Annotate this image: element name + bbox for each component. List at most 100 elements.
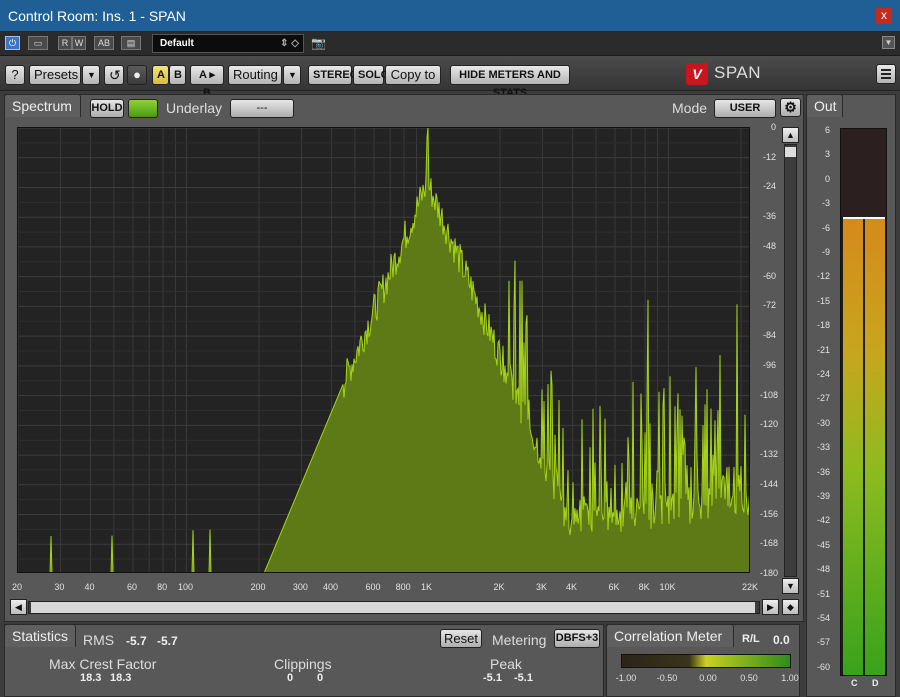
db-tick-label: -36 <box>762 211 776 222</box>
rms-right: -5.7 <box>157 634 178 648</box>
hide-meters-button[interactable]: HIDE METERS AND STATS <box>450 65 570 99</box>
peak-right: -5.1 <box>514 672 533 684</box>
output-tick-label: -54 <box>816 613 830 623</box>
spectrum-graph[interactable] <box>17 127 750 573</box>
output-tick-label: -12 <box>816 271 830 282</box>
editor-button[interactable]: ▤ <box>121 36 141 50</box>
horizontal-scroll-track[interactable] <box>28 601 760 614</box>
presets-dropdown-icon[interactable]: ▼ <box>82 65 100 85</box>
frequency-tick-label: 22K <box>741 582 758 592</box>
routing-button[interactable]: Routing <box>228 65 282 85</box>
frequency-tick-label: 3K <box>535 582 547 592</box>
reset-button[interactable]: Reset <box>440 629 482 648</box>
frequency-tick-label: 200 <box>250 582 266 592</box>
undo-icon[interactable]: ↺ <box>104 65 124 85</box>
window-title: Control Room: Ins. 1 - SPAN <box>8 7 186 24</box>
presets-button[interactable]: Presets <box>29 65 81 85</box>
up-down-icon: ⇕ ◇ <box>280 38 299 49</box>
preset-selector[interactable]: Default ⇕ ◇ <box>152 34 304 53</box>
scroll-left-button[interactable]: ◀ <box>10 599 27 615</box>
a-to-b-button[interactable]: A ▸ B <box>190 65 224 99</box>
db-tick-label: -72 <box>762 300 776 311</box>
vertical-scroll-thumb[interactable] <box>785 147 796 157</box>
write-button[interactable]: W <box>72 36 86 50</box>
horizontal-scroll-thumb[interactable] <box>31 602 755 613</box>
crest-label: Max Crest Factor <box>49 656 157 672</box>
vertical-scroll-track[interactable] <box>784 144 797 577</box>
out-channel-d: D <box>872 678 879 688</box>
frequency-tick-label: 8K <box>638 582 650 592</box>
bypass-button[interactable]: ▭ <box>28 36 48 50</box>
out-tab[interactable]: Out <box>806 94 843 117</box>
peak-left: -5.1 <box>483 672 502 684</box>
db-tick-label: -12 <box>762 151 776 162</box>
frequency-tick-label: 100 <box>177 582 193 592</box>
routing-dropdown-icon[interactable]: ▼ <box>283 65 301 85</box>
db-tick-label: -180 <box>760 568 779 578</box>
output-tick-label: -27 <box>816 393 830 404</box>
db-tick-label: -144 <box>760 478 779 489</box>
hold-toggle[interactable] <box>128 99 158 118</box>
rms-label: RMS <box>83 632 115 648</box>
close-button[interactable]: x <box>876 8 892 24</box>
clippings-right: 0 <box>317 672 324 684</box>
mode-select[interactable]: USER <box>714 99 776 118</box>
mode-label: Mode <box>672 100 708 116</box>
db-tick-label: -120 <box>760 419 779 430</box>
rms-left: -5.7 <box>126 634 147 648</box>
redo-icon[interactable]: ● <box>127 65 147 85</box>
correlation-tab[interactable]: Correlation Meter <box>606 624 734 647</box>
statistics-tab[interactable]: Statistics <box>4 624 76 647</box>
preset-a-button[interactable]: A <box>152 65 169 85</box>
output-tick-label: -48 <box>816 564 830 575</box>
read-button[interactable]: R <box>58 36 72 50</box>
correlation-tick-label: 0.00 <box>699 673 717 683</box>
metering-label: Metering <box>492 632 547 648</box>
output-tick-label: -33 <box>816 442 830 453</box>
host-dropdown-icon[interactable]: ▼ <box>882 36 895 49</box>
frequency-tick-label: 40 <box>84 582 95 592</box>
output-tick-label: -3 <box>821 198 830 209</box>
ab-compare-button[interactable]: AB <box>94 36 114 50</box>
zoom-reset-button[interactable]: ◆ <box>782 599 799 615</box>
metering-select[interactable]: DBFS+3 <box>554 629 600 648</box>
underlay-select[interactable]: --- <box>230 99 294 118</box>
correlation-tick-label: -0.50 <box>656 673 678 683</box>
menu-icon[interactable] <box>876 64 896 84</box>
output-tick-label: 6 <box>824 125 830 135</box>
output-tick-label: 0 <box>824 173 830 184</box>
output-tick-label: -39 <box>816 491 830 501</box>
help-button[interactable]: ? <box>5 65 25 85</box>
output-tick-label: -30 <box>816 417 830 428</box>
hold-button[interactable]: HOLD <box>90 99 124 118</box>
camera-icon[interactable]: 📷 <box>311 36 326 50</box>
output-peak-hold <box>843 217 885 219</box>
frequency-tick-label: 1K <box>420 582 432 592</box>
underlay-label: Underlay <box>166 100 223 116</box>
frequency-tick-label: 20 <box>11 582 22 592</box>
frequency-tick-label: 2K <box>493 582 505 592</box>
crest-left: 18.3 <box>80 672 102 684</box>
scroll-right-button[interactable]: ▶ <box>762 599 779 615</box>
correlation-tick-label: 1.00 <box>781 673 799 683</box>
frequency-tick-label: 10K <box>659 582 676 592</box>
db-tick-label: -132 <box>760 449 779 460</box>
output-tick-label: -51 <box>816 588 830 599</box>
db-tick-label: -48 <box>762 240 776 251</box>
output-tick-label: -45 <box>816 539 830 550</box>
settings-gear-icon[interactable]: ⚙ <box>780 98 801 117</box>
db-tick-label: -168 <box>760 538 779 549</box>
scroll-up-button[interactable]: ▲ <box>782 127 799 143</box>
db-tick-label: -96 <box>762 359 776 370</box>
scroll-down-button[interactable]: ▼ <box>782 578 799 594</box>
preset-b-button[interactable]: B <box>169 65 186 85</box>
app-name: SPAN <box>714 63 762 82</box>
stereo-button[interactable]: STEREO <box>308 65 358 85</box>
spectrum-tab[interactable]: Spectrum <box>4 94 81 117</box>
power-button[interactable]: ⏻ <box>5 36 20 50</box>
output-meter-empty <box>841 129 886 217</box>
crest-right: 18.3 <box>110 672 132 684</box>
correlation-meter-bar <box>621 654 791 668</box>
copy-to-button[interactable]: Copy to <box>385 65 441 85</box>
solo-button[interactable]: SOLO <box>353 65 389 85</box>
